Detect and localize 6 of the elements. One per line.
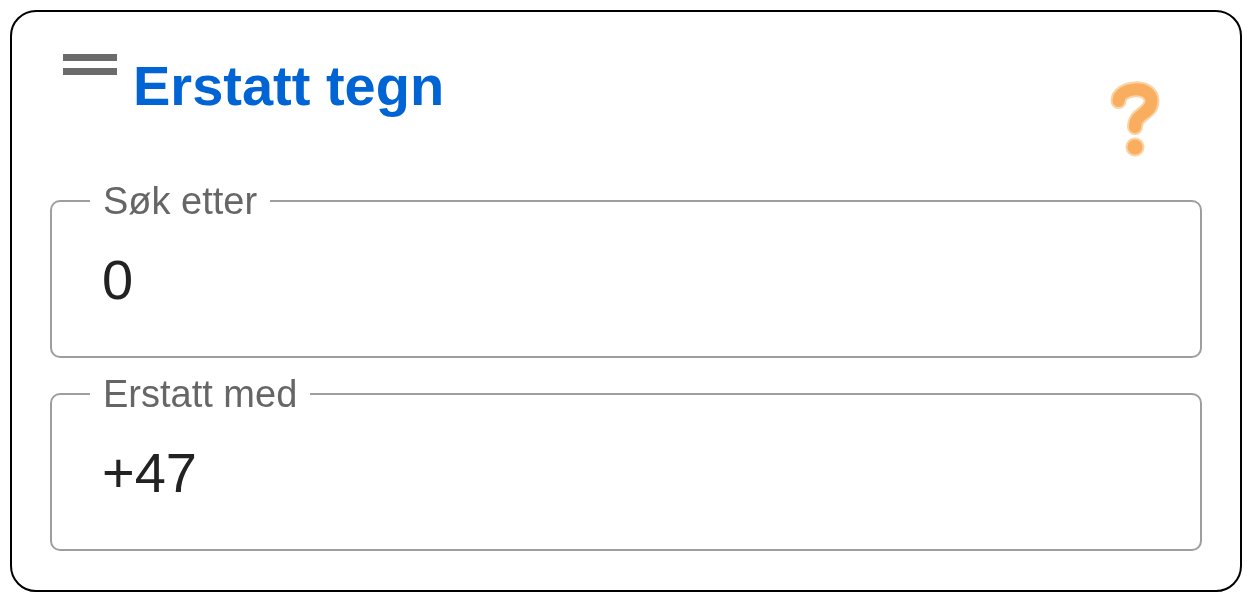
field-value: 0 xyxy=(102,247,134,313)
field-label: Søk etter xyxy=(102,182,259,220)
panel-title: Erstatt tegn xyxy=(133,54,445,118)
drag-handle-icon[interactable] xyxy=(63,54,117,75)
field-label: Erstatt med xyxy=(102,375,299,413)
field-value: +47 xyxy=(102,440,197,506)
